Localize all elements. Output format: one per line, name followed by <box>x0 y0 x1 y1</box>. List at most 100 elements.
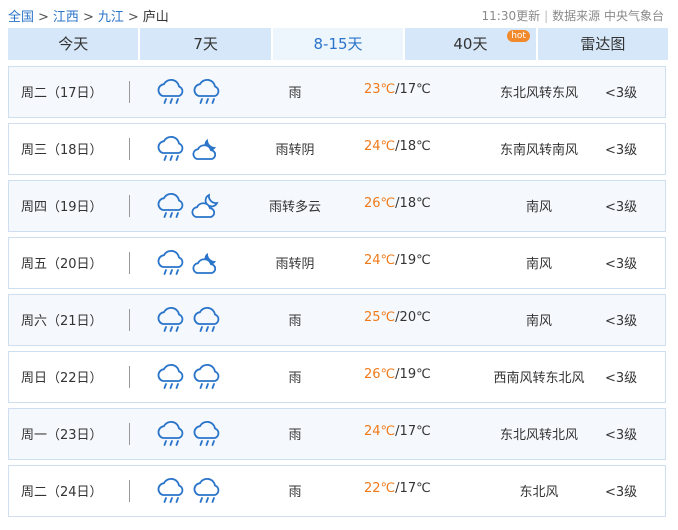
weather-condition: 雨 <box>288 485 302 500</box>
tab-radar[interactable]: 雷达图 <box>537 28 669 60</box>
row-divider <box>129 366 130 388</box>
temp-high: 26℃ <box>364 196 396 211</box>
data-source: 数据来源 中央气象台 <box>552 9 664 23</box>
breadcrumb-city[interactable]: 九江 <box>98 10 124 25</box>
weather-icons <box>155 306 225 336</box>
wind-direction: 东北风转北风 <box>499 428 578 443</box>
day-label: 周五（20日） <box>21 257 103 272</box>
wind-direction: 南风 <box>525 314 552 329</box>
temperature: 26℃/19℃ <box>364 367 431 382</box>
weather-icons <box>155 249 225 279</box>
rain-cloud-icon <box>155 363 187 393</box>
wind-level: <3级 <box>605 143 638 158</box>
temp-high: 24℃ <box>364 139 396 154</box>
forecast-row: 周一（23日） 雨 24℃/17℃ 东北风转北风 <3级 <box>8 408 666 460</box>
rain-cloud-icon <box>191 78 223 108</box>
weather-icons <box>155 135 225 165</box>
cloudy-night-icon <box>191 249 223 279</box>
forecast-row: 周三（18日） 雨转阴 24℃/18℃ 东南风转南风 <3级 <box>8 123 666 175</box>
temp-high: 23℃ <box>364 82 396 97</box>
rain-cloud-icon <box>191 306 223 336</box>
forecast-row: 周二（17日） 雨 23℃/17℃ 东北风转东风 <3级 <box>8 66 666 118</box>
breadcrumb-separator: > <box>38 10 49 25</box>
forecast-row: 周日（22日） 雨 26℃/19℃ 西南风转东北风 <3级 <box>8 351 666 403</box>
wind-level: <3级 <box>605 485 638 500</box>
temp-low: 20℃ <box>399 310 431 325</box>
forecast-tabs: 今天 7天 8-15天 40天 hot 雷达图 <box>8 28 669 60</box>
weather-condition: 雨 <box>288 371 302 386</box>
day-label: 周日（22日） <box>21 371 103 386</box>
wind-level: <3级 <box>605 371 638 386</box>
temp-low: 17℃ <box>399 424 431 439</box>
breadcrumb-country[interactable]: 全国 <box>8 10 34 25</box>
breadcrumb-separator: > <box>82 10 94 25</box>
temp-low: 19℃ <box>399 367 431 382</box>
weather-icons <box>155 192 225 222</box>
tab-40-days[interactable]: 40天 hot <box>405 28 536 60</box>
rain-cloud-icon <box>191 420 223 450</box>
wind-direction: 西南风转东北风 <box>493 371 585 386</box>
temp-low: 18℃ <box>399 196 431 211</box>
tab-today[interactable]: 今天 <box>8 28 139 60</box>
update-time: 11:30更新 <box>481 9 541 23</box>
wind-level: <3级 <box>605 86 638 101</box>
weather-condition: 雨转多云 <box>268 200 321 215</box>
wind-level: <3级 <box>605 314 638 329</box>
temp-low: 19℃ <box>399 253 431 268</box>
wind-level: <3级 <box>605 257 638 272</box>
top-bar: 全国 > 江西 > 九江 > 庐山 11:30更新 | 数据来源 中央气象台 <box>0 0 678 28</box>
row-divider <box>129 423 130 445</box>
cloudy-night-icon <box>191 135 223 165</box>
weather-condition: 雨 <box>288 86 302 101</box>
temp-low: 17℃ <box>399 82 431 97</box>
row-divider <box>129 480 130 502</box>
tab-label: 雷达图 <box>580 35 626 53</box>
row-divider <box>129 138 130 160</box>
day-label: 周一（23日） <box>21 428 103 443</box>
temp-low: 17℃ <box>399 481 431 496</box>
forecast-row: 周五（20日） 雨转阴 24℃/19℃ 南风 <3级 <box>8 237 666 289</box>
day-label: 周六（21日） <box>21 314 103 329</box>
tab-8-15-days[interactable]: 8-15天 <box>272 28 404 60</box>
rain-cloud-icon <box>155 477 187 507</box>
tab-label: 8-15天 <box>313 35 363 53</box>
temp-high: 22℃ <box>364 481 396 496</box>
row-divider <box>129 309 130 331</box>
weather-icons <box>155 78 225 108</box>
wind-level: <3级 <box>605 200 638 215</box>
wind-direction: 东北风 <box>519 485 559 500</box>
temp-high: 24℃ <box>364 253 396 268</box>
wind-level: <3级 <box>605 428 638 443</box>
temperature: 24℃/18℃ <box>364 139 431 154</box>
day-label: 周三（18日） <box>21 143 103 158</box>
rain-cloud-icon <box>155 78 187 108</box>
weather-condition: 雨转阴 <box>275 257 315 272</box>
rain-cloud-icon <box>191 363 223 393</box>
wind-direction: 东南风转南风 <box>499 143 578 158</box>
rain-cloud-icon <box>155 420 187 450</box>
forecast-row: 周二（24日） 雨 22℃/17℃ 东北风 <3级 <box>8 465 666 517</box>
tab-7-days[interactable]: 7天 <box>140 28 271 60</box>
temperature: 24℃/17℃ <box>364 424 431 439</box>
temp-high: 24℃ <box>364 424 396 439</box>
day-label: 周二（17日） <box>21 86 103 101</box>
breadcrumb-province[interactable]: 江西 <box>53 10 79 25</box>
temp-low: 18℃ <box>399 139 431 154</box>
temperature: 25℃/20℃ <box>364 310 431 325</box>
day-label: 周二（24日） <box>21 485 103 500</box>
weather-condition: 雨转阴 <box>275 143 315 158</box>
temperature: 23℃/17℃ <box>364 82 431 97</box>
weather-icons <box>155 420 225 450</box>
temp-high: 25℃ <box>364 310 396 325</box>
hot-badge: hot <box>507 30 530 42</box>
temperature: 22℃/17℃ <box>364 481 431 496</box>
weather-icons <box>155 477 225 507</box>
rain-cloud-icon <box>155 135 187 165</box>
weather-condition: 雨 <box>288 314 302 329</box>
wind-direction: 南风 <box>525 200 552 215</box>
breadcrumb: 全国 > 江西 > 九江 > 庐山 <box>8 6 169 25</box>
forecast-row: 周四（19日） 雨转多云 26℃/18℃ 南风 <3级 <box>8 180 666 232</box>
row-divider <box>129 195 130 217</box>
temp-high: 26℃ <box>364 367 396 382</box>
tab-label: 今天 <box>58 35 89 53</box>
